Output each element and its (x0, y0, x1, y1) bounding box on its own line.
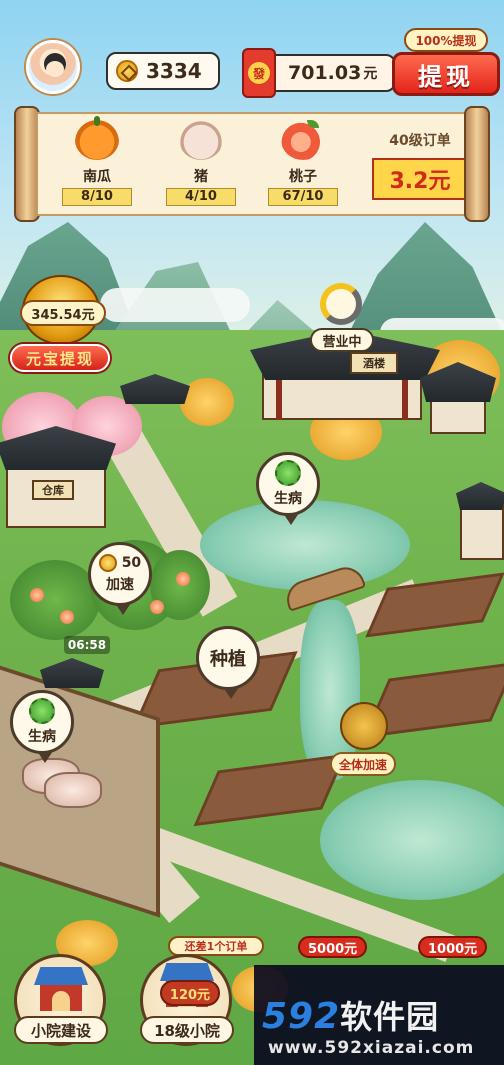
peach-fruit (60, 610, 74, 624)
withdraw-tag: 100%提现 (404, 28, 488, 52)
order-reward-button[interactable]: 3.2元 (372, 158, 468, 200)
order-item-count: 8/10 (62, 188, 132, 206)
speedup-label: 加速 (106, 577, 134, 593)
order-level: 40级订单 (389, 133, 451, 149)
coin-icon (98, 554, 117, 572)
order-item-pig: 猪 4/10 (156, 120, 246, 206)
speedup-bubble[interactable]: 50 加速 (88, 542, 152, 615)
order-item-name: 桃子 (289, 169, 317, 185)
cloud (100, 288, 250, 322)
pillar (402, 380, 408, 420)
ingot-withdraw-button[interactable]: 元宝提现 (10, 344, 110, 372)
pig-icon (179, 120, 223, 160)
order-item-name: 南瓜 (83, 169, 111, 185)
peach-fruit (30, 588, 44, 602)
order-panel: 南瓜 8/10 猪 4/10 桃子 67/10 40级订单 3.2元 (36, 112, 468, 216)
warehouse-sign: 仓库 (32, 480, 74, 500)
ingot-amount: 345.54元 (20, 300, 106, 326)
cash-value: 701.03 (288, 62, 362, 84)
plant-label: 种植 (210, 649, 246, 670)
speedup-cost-row: 50 (98, 554, 142, 572)
order-item-pumpkin: 南瓜 8/10 (52, 116, 142, 206)
avatar-face (46, 61, 64, 77)
peach-fruit (176, 572, 190, 586)
scroll-roll-right (464, 106, 490, 222)
level-reward: 120元 (160, 980, 220, 1006)
sick-label: 生病 (274, 491, 302, 507)
courtyard-gate-icon (34, 967, 88, 1011)
pumpkin-icon (75, 116, 119, 160)
all-speedup-button[interactable]: 全体加速 (330, 752, 396, 776)
scarecrow-icon[interactable] (340, 702, 388, 750)
reward-chip-1000[interactable]: 1000元 (418, 936, 488, 958)
coin-icon (116, 60, 138, 82)
courtyard-level-label: 18级小院 (140, 1016, 234, 1044)
order-item-count: 67/10 (268, 188, 338, 206)
level-remaining-note: 还差1个订单 (168, 936, 264, 956)
courtyard-build-label: 小院建设 (14, 1016, 108, 1044)
order-scroll[interactable]: 南瓜 8/10 猪 4/10 桃子 67/10 40级订单 3.2元 (14, 106, 490, 222)
sick-label: 生病 (28, 729, 56, 745)
coin-value: 3334 (146, 59, 202, 83)
cash-balance[interactable]: 發 701.03 元 (242, 48, 396, 98)
withdraw-button[interactable]: 提现 (392, 52, 500, 96)
red-envelope-icon: 發 (242, 48, 276, 98)
ginkgo-tree (180, 378, 234, 426)
order-item-name: 猪 (194, 169, 208, 185)
sick-bubble-pigpen[interactable]: 生病 (10, 690, 74, 763)
virus-icon (275, 460, 301, 486)
order-item-peach: 桃子 67/10 (258, 120, 348, 206)
peach-icon (281, 120, 325, 160)
envelope-char: 發 (248, 62, 270, 84)
harvest-timer: 06:58 (64, 636, 110, 654)
plant-bubble[interactable]: 种植 (196, 626, 260, 699)
cash-unit: 元 (363, 66, 378, 82)
pond (200, 500, 410, 590)
coin-balance[interactable]: 3334 (106, 52, 220, 90)
business-progress-ring (320, 283, 362, 325)
business-status[interactable]: 营业中 (310, 328, 374, 352)
reward-chip-5000[interactable]: 5000元 (298, 936, 368, 958)
watermark-logo-cn: 软件园 (340, 998, 440, 1036)
speedup-cost: 50 (121, 555, 142, 571)
peach-fruit (150, 600, 164, 614)
sick-bubble-pond[interactable]: 生病 (256, 452, 320, 525)
pig[interactable] (44, 772, 102, 808)
user-avatar[interactable] (26, 40, 80, 94)
pond (320, 780, 504, 900)
watermark-url: www.592xiazai.com (268, 1038, 475, 1058)
watermark-logo: 592软件园 (262, 992, 439, 1038)
watermark-logo-num: 592 (262, 996, 341, 1037)
peach-tree[interactable] (10, 560, 100, 640)
order-item-count: 4/10 (166, 188, 236, 206)
virus-icon (29, 698, 55, 724)
pillar (276, 380, 282, 420)
restaurant-sign: 酒楼 (350, 352, 398, 374)
